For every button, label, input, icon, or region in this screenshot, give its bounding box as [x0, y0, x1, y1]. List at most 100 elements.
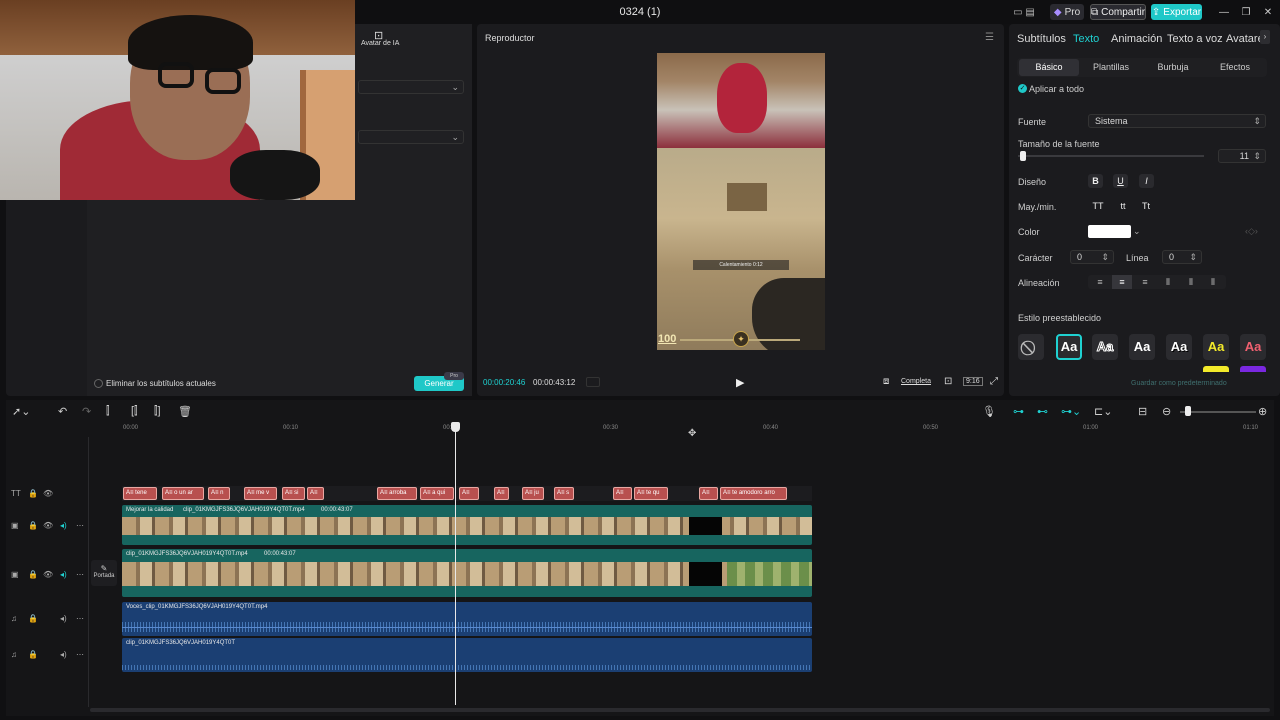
subtitle-clip[interactable]: A≡ te qu: [634, 487, 668, 500]
zoom-out-icon[interactable]: ⊖: [1162, 405, 1171, 418]
audio-clip-original[interactable]: clip_01KMGJFS36JQ6VJAH019Y4QT0T: [122, 638, 812, 672]
more-icon[interactable]: ⋯: [76, 650, 84, 659]
tab-subtitulos[interactable]: Subtítulos: [1017, 33, 1066, 45]
microphone-icon[interactable]: 🎙: [982, 405, 996, 418]
caption-track-icon[interactable]: ⊟: [1138, 405, 1147, 418]
more-icon[interactable]: ⋯: [76, 614, 84, 623]
share-button[interactable]: ⧉ Compartir: [1090, 4, 1146, 20]
playhead-handle[interactable]: [451, 422, 460, 432]
titlecase-button[interactable]: Tt: [1135, 199, 1157, 213]
lock-icon[interactable]: 🔒: [28, 521, 38, 530]
subtitle-clip[interactable]: A≡ n: [208, 487, 230, 500]
zoom-slider[interactable]: [1180, 411, 1256, 413]
align-left-icon[interactable]: ≡: [1090, 275, 1110, 289]
subtitle-clip[interactable]: A≡ tene: [123, 487, 157, 500]
video-clip-2[interactable]: clip_01KMGJFS36JQ6VJAH019Y4QT0T.mp4 00:0…: [122, 549, 812, 597]
preset-style-5[interactable]: Aa: [1203, 334, 1229, 360]
tab-texto[interactable]: Texto: [1073, 33, 1099, 45]
subtab-burbuja[interactable]: Burbuja: [1143, 59, 1203, 76]
menu-icon[interactable]: ☰: [985, 32, 994, 43]
volume-icon[interactable]: ◂): [60, 650, 67, 659]
audio-clip-voices[interactable]: Voces_clip_01KMGJFS36JQ6VJAH019Y4QT0T.mp…: [122, 602, 812, 636]
split-right-icon[interactable]: ⫿]: [154, 405, 161, 418]
tab-avatar-ia[interactable]: Avatar de IA: [361, 40, 399, 47]
remove-subs-checkbox[interactable]: [94, 379, 103, 388]
play-icon[interactable]: ▶: [736, 376, 744, 389]
zoom-in-icon[interactable]: ⊕: [1258, 405, 1267, 418]
subtab-efectos[interactable]: Efectos: [1205, 59, 1265, 76]
maximize-icon[interactable]: ❐: [1240, 4, 1252, 20]
preset-style-3[interactable]: Aa: [1129, 334, 1155, 360]
align-right-icon[interactable]: ≡: [1135, 275, 1155, 289]
zoom-slider-handle[interactable]: [1185, 406, 1191, 416]
line-spacing-stepper[interactable]: 0 ⇕: [1162, 250, 1202, 264]
italic-button[interactable]: I: [1139, 174, 1154, 188]
more-icon[interactable]: ⋯: [76, 570, 84, 579]
subtitle-clip[interactable]: A≡ si: [282, 487, 305, 500]
lock-icon[interactable]: 🔒: [28, 570, 38, 579]
subtitle-clip[interactable]: A≡: [699, 487, 718, 500]
eye-icon[interactable]: 👁: [43, 570, 53, 579]
uppercase-button[interactable]: TT: [1087, 199, 1109, 213]
subtitle-clip[interactable]: A≡ a qui: [420, 487, 454, 500]
minimize-icon[interactable]: —: [1218, 4, 1230, 20]
subtitle-clip[interactable]: A≡ s: [554, 487, 574, 500]
crop-icon[interactable]: ⧈: [883, 376, 889, 387]
export-button[interactable]: ⇪ Exportar: [1151, 4, 1202, 20]
video-preview[interactable]: [657, 53, 825, 350]
preset-style-8[interactable]: [1240, 366, 1266, 372]
subtitle-clip[interactable]: A≡ arroba: [377, 487, 417, 500]
delete-icon[interactable]: 🗑: [178, 405, 192, 418]
preset-style-7[interactable]: [1203, 366, 1229, 372]
color-swatch[interactable]: [1088, 225, 1131, 238]
apply-all-checkbox[interactable]: ✓: [1018, 84, 1027, 93]
underline-button[interactable]: U: [1113, 174, 1128, 188]
preset-style-6[interactable]: Aa: [1240, 334, 1266, 360]
eye-icon[interactable]: 👁: [43, 489, 53, 498]
audio-on-icon[interactable]: ◂): [60, 521, 67, 530]
lock-icon[interactable]: 🔒: [28, 489, 38, 498]
subtitle-clip[interactable]: A≡: [307, 487, 324, 500]
fit-button[interactable]: Completa: [901, 378, 931, 385]
ratio-button[interactable]: 9:16: [963, 377, 983, 386]
link-clips-icon[interactable]: ⊶⌄: [1061, 405, 1081, 418]
lock-icon[interactable]: 🔒: [28, 650, 38, 659]
eye-icon[interactable]: 👁: [43, 521, 53, 530]
subtitle-clip[interactable]: A≡ o un ar: [162, 487, 204, 500]
fullscreen-icon[interactable]: ⤢: [990, 376, 998, 387]
chevron-right-icon[interactable]: ›: [1260, 30, 1270, 44]
font-size-stepper[interactable]: 11 ⇕: [1218, 149, 1266, 163]
split-icon[interactable]: ⫿: [106, 405, 110, 418]
align-vertical-middle-icon[interactable]: ⦀: [1181, 275, 1201, 289]
keyframe-icon[interactable]: ‹◇›: [1245, 226, 1258, 237]
subtitle-clip[interactable]: A≡: [494, 487, 509, 500]
subtitle-clip[interactable]: A≡: [459, 487, 479, 500]
split-left-icon[interactable]: [⫿: [131, 405, 138, 418]
timecode-icon[interactable]: [586, 377, 600, 387]
font-dropdown[interactable]: Sistema ⇕: [1088, 114, 1266, 128]
language-dropdown[interactable]: ⌄: [358, 80, 464, 94]
preview-axis-icon[interactable]: ⊏⌄: [1094, 405, 1112, 418]
subtab-plantillas[interactable]: Plantillas: [1081, 59, 1141, 76]
preset-style-2[interactable]: Aa: [1092, 334, 1118, 360]
align-vertical-top-icon[interactable]: ⦀: [1158, 275, 1178, 289]
align-center-icon[interactable]: ≡: [1112, 275, 1132, 289]
layout-icon[interactable]: ▭ ▤: [1004, 4, 1044, 20]
cover-button[interactable]: ✎ Portada: [91, 560, 117, 586]
preset-style-4[interactable]: Aa: [1166, 334, 1192, 360]
subtitle-clip[interactable]: A≡ me v: [244, 487, 277, 500]
timeline-scrollbar[interactable]: [90, 708, 1270, 712]
preset-style-1[interactable]: Aa: [1056, 334, 1082, 360]
subtitle-clip[interactable]: A≡ te amodoro arro: [720, 487, 787, 500]
bold-button[interactable]: B: [1088, 174, 1103, 188]
close-icon[interactable]: ✕: [1262, 4, 1274, 20]
select-tool-icon[interactable]: ➚⌄: [12, 405, 30, 418]
screenshot-icon[interactable]: ⊡: [944, 376, 952, 387]
font-size-slider-handle[interactable]: [1020, 151, 1026, 161]
playhead[interactable]: [455, 427, 456, 705]
undo-icon[interactable]: ↶: [58, 405, 67, 418]
no-style-icon[interactable]: ⃠: [1018, 334, 1044, 360]
lowercase-button[interactable]: tt: [1112, 199, 1134, 213]
save-default-link[interactable]: Guardar como predeterminado: [1131, 380, 1227, 387]
magnet-icon[interactable]: ⊷: [1037, 405, 1048, 418]
